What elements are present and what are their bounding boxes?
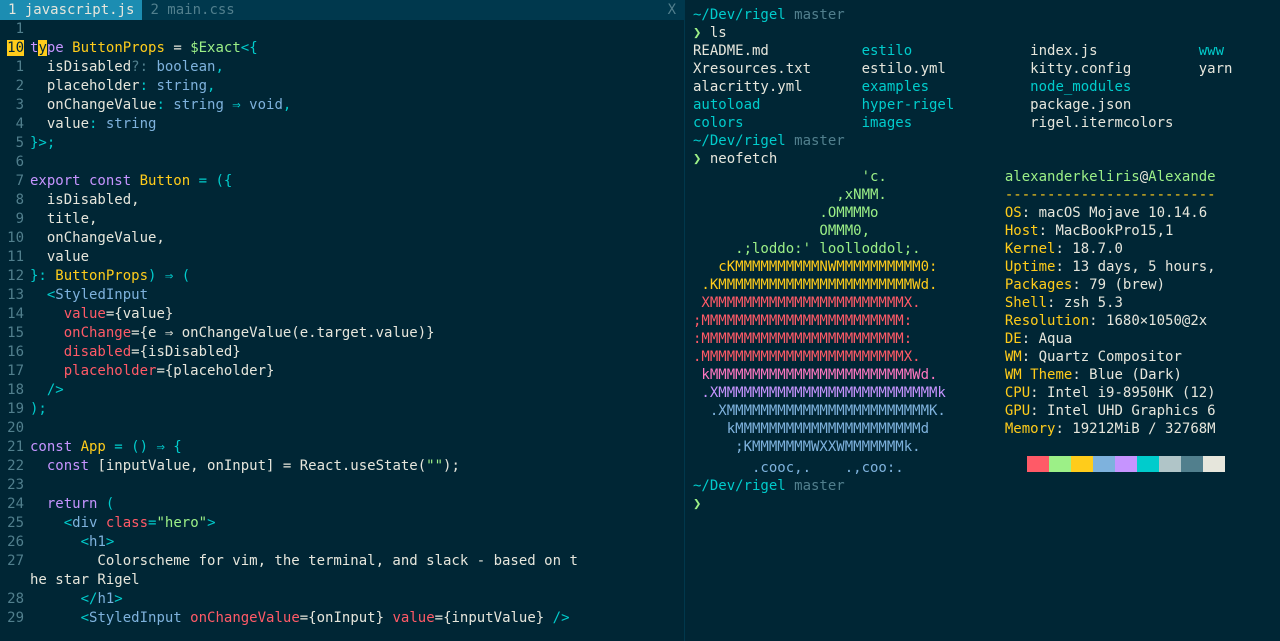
tab-javascript[interactable]: 1 javascript.js [0, 0, 142, 20]
terminal-pane[interactable]: ~/Dev/rigel master❯ lsREADME.md estilo i… [685, 0, 1280, 641]
editor-tabbar: 1 javascript.js 2 main.css X [0, 0, 684, 20]
tab-close-icon[interactable]: X [668, 2, 684, 18]
editor-body[interactable]: 110type ButtonProps = $Exact<{1 isDisabl… [0, 20, 684, 641]
editor-pane: 1 javascript.js 2 main.css X 110type But… [0, 0, 685, 641]
tab-maincss[interactable]: 2 main.css [142, 0, 242, 20]
